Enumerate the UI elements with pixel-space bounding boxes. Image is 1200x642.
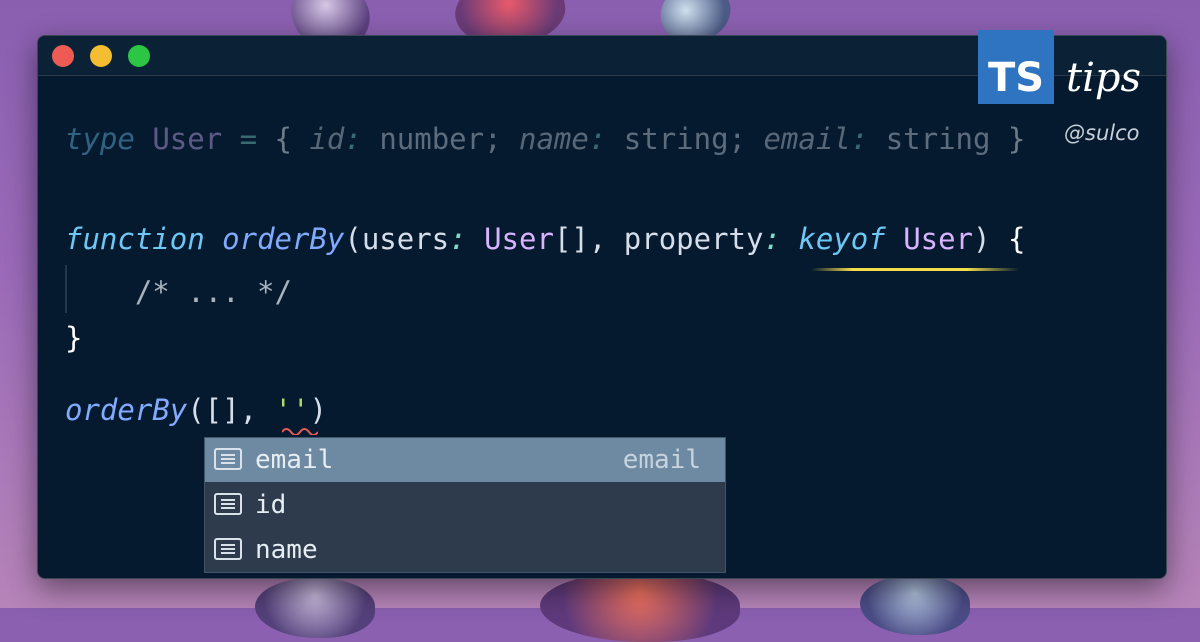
tips-label: tips <box>1066 55 1141 101</box>
field-icon <box>214 538 242 560</box>
suggestion-detail: email <box>622 445 701 475</box>
function-call-orderby: orderBy <box>65 393 188 427</box>
keyword-type: type <box>65 122 135 156</box>
suggestion-item-id[interactable]: id <box>205 483 725 527</box>
colon: : <box>449 222 467 256</box>
suggestion-label: email <box>255 445 334 475</box>
colon: : <box>763 222 781 256</box>
array-brackets: [], <box>553 222 624 256</box>
keyword-function: function <box>65 222 205 256</box>
background-flower-bottom-left <box>255 578 375 638</box>
code-line-function-call[interactable]: orderBy([], '') <box>65 392 327 428</box>
suggestion-item-email[interactable]: email email <box>205 438 725 482</box>
suggestion-label: name <box>255 535 318 565</box>
property-email: email <box>763 122 851 156</box>
autocomplete-suggestions: email email id name <box>204 437 726 573</box>
keyword-keyof: keyof <box>798 222 886 256</box>
suggestion-item-name[interactable]: name <box>205 528 725 572</box>
open-brace: { <box>1007 222 1026 256</box>
type-name-user: User <box>152 122 223 156</box>
colon: : <box>588 122 607 156</box>
suggestion-label: id <box>255 490 287 520</box>
open-brace: { <box>274 122 310 156</box>
close-paren: ) <box>309 393 327 427</box>
keyof-highlight-underline <box>811 268 1019 271</box>
type-user: User <box>484 222 554 256</box>
call-args: ([], <box>187 393 275 427</box>
param-property: property <box>623 222 764 256</box>
code-line-type-declaration: type User = { id: number; name: string; … <box>65 121 1025 157</box>
string-literal[interactable]: '' <box>275 393 310 427</box>
param-users: users <box>361 222 450 256</box>
author-handle: @sulco <box>1064 121 1140 145</box>
type-string: string <box>868 122 1008 156</box>
type-number: number; <box>361 122 519 156</box>
property-name: name <box>519 122 589 156</box>
close-brace: } <box>1007 122 1026 156</box>
property-id: id <box>309 122 345 156</box>
background-flower-bottom-right <box>860 575 970 635</box>
function-name-orderby: orderBy <box>222 222 345 256</box>
close-paren: ) <box>973 222 1008 256</box>
field-icon <box>214 493 242 515</box>
background-flower-bottom-center <box>540 572 740 642</box>
open-paren: ( <box>344 222 362 256</box>
colon: : <box>850 122 869 156</box>
error-squiggle <box>282 428 318 435</box>
close-window-button[interactable] <box>52 45 74 67</box>
type-user: User <box>903 222 974 256</box>
ts-logo: TS <box>978 30 1054 104</box>
equals-sign: = <box>222 122 275 156</box>
minimize-window-button[interactable] <box>90 45 112 67</box>
colon: : <box>344 122 362 156</box>
code-window: type User = { id: number; name: string; … <box>37 35 1167 579</box>
code-line-close-brace: } <box>65 321 83 355</box>
zoom-window-button[interactable] <box>128 45 150 67</box>
code-line-function-signature: function orderBy(users: User[], property… <box>65 221 1025 257</box>
code-line-comment: /* ... */ <box>65 275 292 309</box>
type-string: string; <box>606 122 764 156</box>
field-icon <box>214 448 242 470</box>
